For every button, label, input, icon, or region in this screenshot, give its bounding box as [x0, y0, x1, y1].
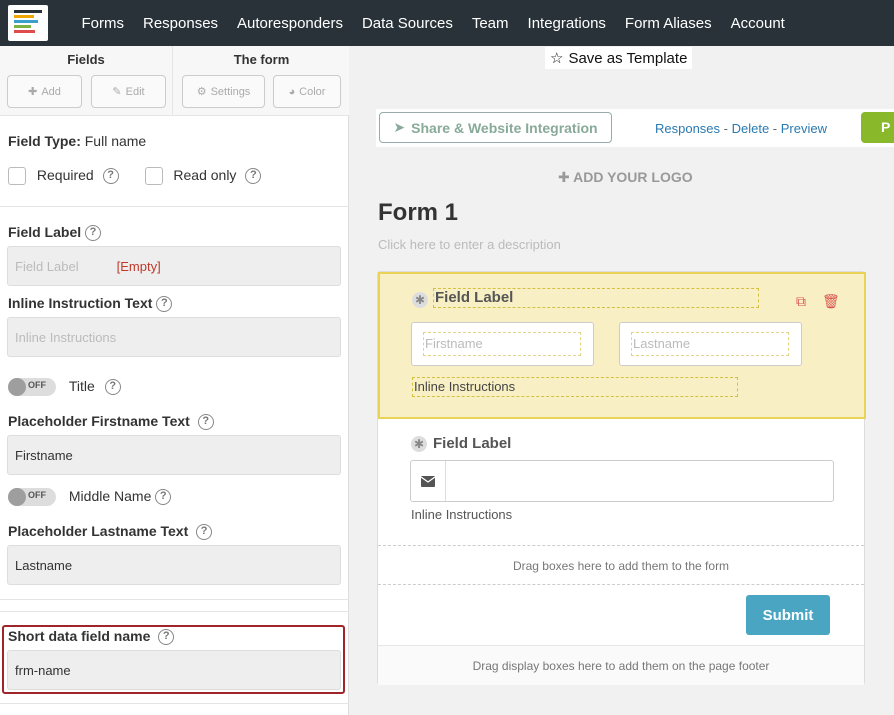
field-type-row: Field Type: Full name: [8, 133, 146, 149]
field-label-placeholder: Field Label: [15, 258, 79, 274]
title-toggle-row: OFF Title ?: [8, 378, 121, 397]
placeholder-lastname-help-icon[interactable]: ?: [196, 524, 213, 541]
divider: [0, 206, 349, 207]
nav-integrations[interactable]: Integrations: [528, 15, 606, 32]
tab-fields-title[interactable]: Fields: [0, 52, 172, 67]
nav-form-aliases[interactable]: Form Aliases: [625, 15, 712, 32]
star-icon: ☆: [550, 50, 564, 67]
short-name-input[interactable]: frm-name: [7, 650, 341, 690]
app-logo[interactable]: [8, 5, 48, 41]
email-field-label[interactable]: Field Label: [433, 435, 511, 452]
field-label-help-icon[interactable]: ?: [85, 225, 102, 242]
field-options-row: Required ? Read only ?: [8, 167, 262, 186]
settings-button[interactable]: ⚙ Settings: [182, 75, 265, 108]
delete-link[interactable]: Delete: [732, 121, 770, 136]
top-nav: Forms Responses Autoresponders Data Sour…: [0, 0, 894, 46]
firstname-placeholder: Firstname: [423, 332, 581, 356]
inline-instruction-heading: Inline Instruction Text ?: [8, 295, 173, 313]
tab-form-title[interactable]: The form: [174, 52, 349, 67]
editor-toolbar: ➤ Share & Website Integration Responses …: [376, 109, 894, 147]
placeholder-firstname-help-icon[interactable]: ?: [197, 414, 214, 431]
duplicate-icon[interactable]: ⧉: [796, 293, 806, 310]
nav-account[interactable]: Account: [731, 15, 785, 32]
required-help-icon[interactable]: ?: [102, 168, 119, 185]
add-logo-button[interactable]: ✚ ADD YOUR LOGO: [558, 169, 693, 186]
share-integration-button[interactable]: ➤ Share & Website Integration: [379, 112, 612, 143]
field-label-empty-tag: [Empty]: [116, 258, 161, 274]
asterisk-icon: ✱: [411, 436, 427, 452]
color-button[interactable]: ◕ Color: [273, 75, 341, 108]
responses-link[interactable]: Responses: [655, 121, 720, 136]
title-help-icon[interactable]: ?: [104, 379, 121, 396]
placeholder-lastname-input[interactable]: Lastname: [7, 545, 341, 585]
edit-field-button[interactable]: ✎ Edit: [91, 75, 166, 108]
publish-button[interactable]: P: [861, 112, 894, 143]
title-toggle-label: Title: [68, 378, 95, 394]
submit-button[interactable]: Submit: [746, 595, 830, 635]
form-drop-zone[interactable]: Drag boxes here to add them to the form: [378, 545, 864, 585]
nav-data-sources[interactable]: Data Sources: [362, 15, 453, 32]
placeholder-firstname-input[interactable]: Firstname: [7, 435, 341, 475]
placeholder-firstname-heading: Placeholder Firstname Text ?: [8, 413, 214, 431]
nav-forms[interactable]: Forms: [82, 15, 125, 32]
lastname-placeholder: Lastname: [631, 332, 789, 356]
plus-icon: ✚: [558, 169, 570, 185]
middle-name-help-icon[interactable]: ?: [155, 489, 172, 506]
field-properties-panel: Fields ✚ Add ✎ Edit The form ⚙ Settings …: [0, 46, 349, 715]
preview-link[interactable]: Preview: [781, 121, 827, 136]
inline-instructions-editable[interactable]: Inline Instructions: [412, 377, 738, 397]
paper-plane-icon: ➤: [393, 119, 406, 135]
required-label: Required: [36, 167, 94, 183]
middle-name-label: Middle Name: [68, 488, 152, 504]
add-field-button[interactable]: ✚ Add: [7, 75, 82, 108]
asterisk-icon: ✱: [412, 292, 428, 308]
form-description[interactable]: Click here to enter a description: [378, 237, 561, 252]
read-only-help-icon[interactable]: ?: [245, 168, 262, 185]
tab-group-fields: Fields ✚ Add ✎ Edit: [0, 46, 173, 116]
pencil-icon: ✎: [112, 86, 122, 98]
toolbar-links: Responses - Delete - Preview: [655, 121, 827, 136]
footer-drop-zone[interactable]: Drag display boxes here to add them on t…: [378, 645, 864, 685]
inline-instruction-input[interactable]: Inline Instructions: [7, 317, 341, 357]
tab-group-form: The form ⚙ Settings ◕ Color: [174, 46, 349, 116]
title-toggle[interactable]: OFF: [8, 378, 56, 397]
middle-name-toggle-row: OFF Middle Name ?: [8, 488, 172, 507]
email-input[interactable]: [410, 460, 834, 502]
plus-icon: ✚: [28, 86, 38, 98]
selected-field-full-name[interactable]: ✱ Field Label ⧉ 🗑 Firstname Lastname Inl…: [378, 272, 866, 419]
field-label-editable[interactable]: Field Label: [433, 288, 759, 308]
nav-links: Forms Responses Autoresponders Data Sour…: [72, 0, 794, 46]
lastname-input[interactable]: Lastname: [619, 322, 802, 366]
gear-icon: ⚙: [196, 86, 207, 98]
email-inline-instructions[interactable]: Inline Instructions: [411, 507, 512, 522]
short-name-help-icon[interactable]: ?: [158, 629, 175, 646]
inline-instruction-help-icon[interactable]: ?: [156, 296, 173, 313]
save-as-template-button[interactable]: ☆ Save as Template: [545, 47, 693, 69]
field-type-value: Full name: [84, 133, 147, 149]
nav-responses[interactable]: Responses: [143, 15, 218, 32]
form-title[interactable]: Form 1: [378, 199, 458, 227]
palette-icon: ◕: [288, 85, 296, 98]
divider: [0, 599, 349, 600]
nav-team[interactable]: Team: [472, 15, 509, 32]
required-checkbox[interactable]: [8, 167, 26, 186]
field-type-label: Field Type:: [8, 133, 81, 149]
firstname-input[interactable]: Firstname: [411, 322, 594, 366]
read-only-checkbox[interactable]: [144, 167, 163, 186]
read-only-label: Read only: [173, 167, 237, 183]
nav-autoresponders[interactable]: Autoresponders: [237, 15, 343, 32]
short-name-heading: Short data field name ?: [8, 628, 175, 646]
panel-tabs: Fields ✚ Add ✎ Edit The form ⚙ Settings …: [0, 46, 349, 116]
divider: [0, 611, 349, 612]
form-canvas: ✱ Field Label ⧉ 🗑 Firstname Lastname Inl…: [377, 271, 866, 685]
placeholder-lastname-heading: Placeholder Lastname Text ?: [8, 523, 213, 541]
middle-name-toggle[interactable]: OFF: [8, 488, 56, 507]
divider: [0, 703, 349, 704]
trash-icon[interactable]: 🗑: [822, 293, 840, 310]
envelope-icon: [411, 461, 446, 501]
field-label-heading: Field Label ?: [8, 224, 102, 242]
field-label-input[interactable]: Field Label [Empty]: [7, 246, 341, 286]
